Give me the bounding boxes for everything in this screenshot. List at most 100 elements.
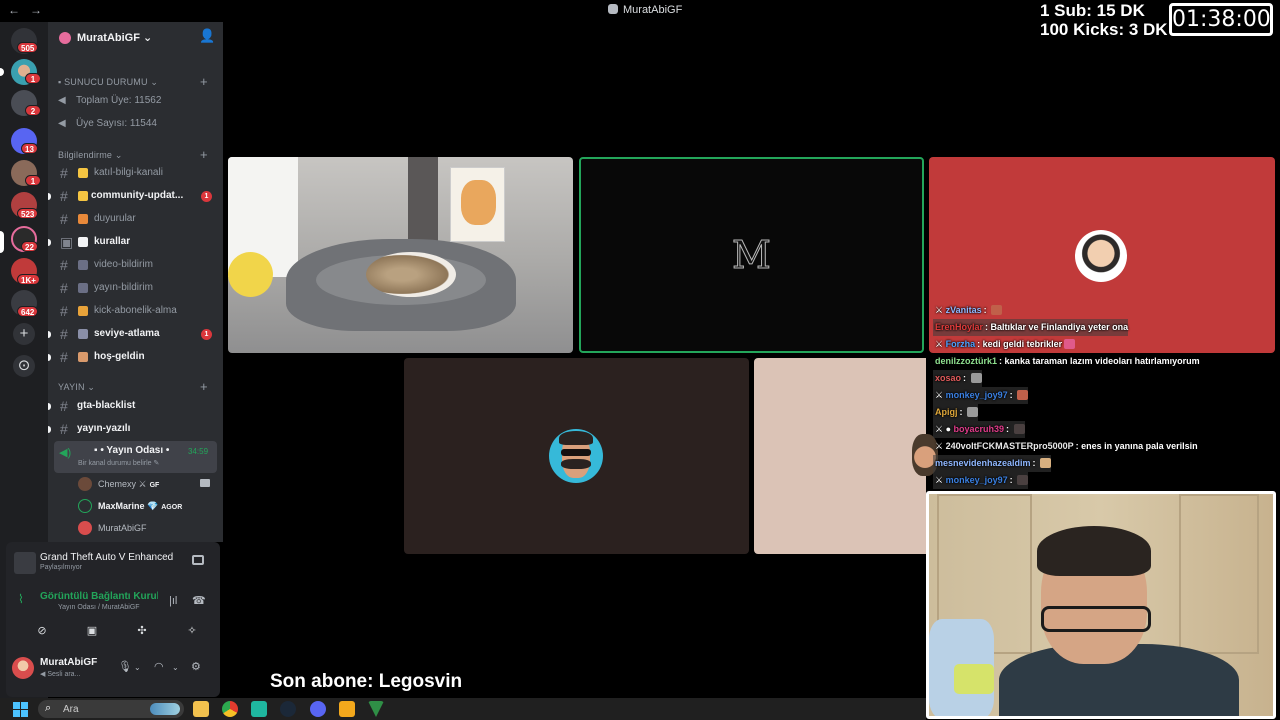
microphone-icon[interactable]: 🎙 [118,660,132,673]
server-header[interactable]: MuratAbiGF ⌄ 👤 [48,22,223,54]
video-tile-m[interactable]: M [579,157,924,353]
noise-suppression-icon[interactable]: |ıl [169,595,177,607]
tv-emoji-icon [78,260,88,270]
search-highlight-image [150,703,180,715]
chat-emote-icon [970,373,982,383]
activity-panel: Grand Theft Auto V Enhanced Paylaşılmıyo… [6,542,220,697]
server-name[interactable]: MuratAbiGF ⌄ [77,31,152,44]
app-icon[interactable] [368,701,384,717]
kicks-goal-text: 100 Kicks: 3 DK [1040,20,1168,39]
speaker-icon: ◀) [59,447,72,459]
stat-label: Toplam Üye: 11562 [76,95,162,106]
steam-icon[interactable] [280,701,296,717]
category-label: Bilgilendirme [58,150,113,160]
add-server-icon[interactable]: + [13,323,35,345]
taskbar-search[interactable]: ⌕ Ara [38,700,184,718]
video-tile-cat[interactable] [228,157,573,353]
avatar[interactable] [12,657,34,679]
chat-user: zVanitas [945,305,982,315]
voice-channel-yayin-odasi[interactable]: ◀) ▪ • Yayın Odası • 34:59 Bir kanal dur… [54,441,217,473]
channel-status[interactable]: Bir kanal durumu belirle ✎ [78,459,159,467]
channel-kurallar[interactable]: ▣ kurallar [48,232,223,253]
forward-arrow-icon[interactable]: → [30,3,52,17]
windows-taskbar: ⌕ Ara [0,698,926,720]
rockstar-icon[interactable] [339,701,355,717]
voice-user-name: MaxMarine 💎 AGOR [98,501,183,511]
speaker-icon: ◀ [58,95,66,106]
chevron-down-icon[interactable]: ⌄ [172,663,179,672]
bell-emoji-icon [78,191,88,201]
chat-emote-icon [967,407,978,417]
camera-off-button[interactable]: ⊘ [20,620,64,642]
explore-servers-icon[interactable]: ⊙ [13,355,35,377]
server-name-text: MuratAbiGF [77,32,140,44]
voice-user[interactable]: Chemexy ⚔ GF [78,474,218,494]
channel-label: duyurular [94,213,136,224]
app-icon[interactable] [251,701,267,717]
user-name[interactable]: MuratAbiGF [40,657,97,668]
invite-user-icon[interactable]: 👤 [199,28,215,44]
voice-user[interactable]: MaxMarine 💎 AGOR [78,496,218,516]
voice-user[interactable]: MuratAbiGF [78,518,218,538]
headphones-icon[interactable]: ◠ [154,660,164,673]
disconnect-icon[interactable]: ☎ [192,594,206,607]
channel-seviye-atlama[interactable]: # seviye-atlama 1 [48,324,223,345]
share-screen-icon[interactable] [192,555,204,565]
voice-channel-name: ▪ • Yayın Odası • [94,445,170,456]
chat-emote-icon [1013,424,1025,434]
connection-channel[interactable]: Yayın Odası / MuratAbiGF [58,604,140,611]
rules-icon: ▣ [60,234,74,250]
chat-message: ⚔ monkey_joy97: [933,387,1029,404]
add-channel-icon[interactable]: + [200,379,208,394]
channel-label: video-bildirim [94,259,153,270]
channel-hos-geldin[interactable]: # hoş-geldin [48,347,223,368]
tiger-poster [450,167,505,242]
file-explorer-icon[interactable] [193,701,209,717]
chrome-icon[interactable] [222,701,238,717]
channel-katil-bilgi[interactable]: # katıl-bilgi-kanali [48,163,223,184]
money-emoji-icon [78,306,88,316]
channel-gta-blacklist[interactable]: # gta-blacklist [48,396,223,417]
chevron-down-icon[interactable]: ⌄ [134,663,141,672]
chat-emote-icon [1017,390,1029,400]
screen-share-button[interactable]: ▣ [70,620,114,642]
activities-button[interactable]: ✣ [120,620,164,642]
channel-duyurular[interactable]: # duyurular [48,209,223,230]
streamer-glasses [1041,606,1151,632]
mention-badge: 1 [201,191,212,202]
add-channel-icon[interactable]: + [200,147,208,162]
m-logo: M [732,233,772,278]
connection-status[interactable]: Görüntülü Bağlantı Kuruldu [40,591,158,602]
signal-icon: ⌇ [18,592,24,606]
channel-label: kurallar [94,236,131,247]
nav-buttons[interactable]: ←→ [8,3,52,17]
channel-community-updates[interactable]: # community-updat... 1 [48,186,223,207]
discord-taskbar-icon[interactable] [310,701,326,717]
add-channel-icon[interactable]: + [200,74,208,89]
channel-yayin-bildirim[interactable]: # yayın-bildirim [48,278,223,299]
video-tile-beige[interactable] [754,358,926,554]
user-status: ◀ Sesli ara... [40,671,81,678]
game-activity: Grand Theft Auto V Enhanced Paylaşılmıyo… [6,542,220,578]
windows-start-icon[interactable] [13,702,28,717]
cabinet-door [1179,494,1259,654]
unread-indicator [48,239,51,246]
hash-icon: # [60,303,68,319]
unread-indicator [48,403,51,410]
channel-video-bildirim[interactable]: # video-bildirim [48,255,223,276]
channel-kick-abonelik[interactable]: # kick-abonelik-alma [48,301,223,322]
channel-yayin-yazili[interactable]: # yayın-yazılı [48,419,223,440]
avatar-sunglasses [561,449,591,456]
chat-user: denilzzoztürk1 [935,356,998,366]
back-arrow-icon[interactable]: ← [8,3,30,17]
hash-icon: # [60,257,68,273]
chat-message: denilzzoztürk1: kanka taraman lazım vide… [935,356,1200,366]
category-server-status[interactable]: ▪ SUNUCU DURUMU ⌄ + [58,74,208,89]
voice-timer: 34:59 [188,447,209,456]
video-tile-beard[interactable] [404,358,749,554]
settings-gear-icon[interactable]: ⚙ [191,660,201,673]
category-info[interactable]: Bilgilendirme ⌄ + [58,147,208,162]
category-stream[interactable]: YAYIN ⌄ + [58,379,208,394]
unread-indicator [48,331,51,338]
soundboard-button[interactable]: ✧ [170,620,214,642]
